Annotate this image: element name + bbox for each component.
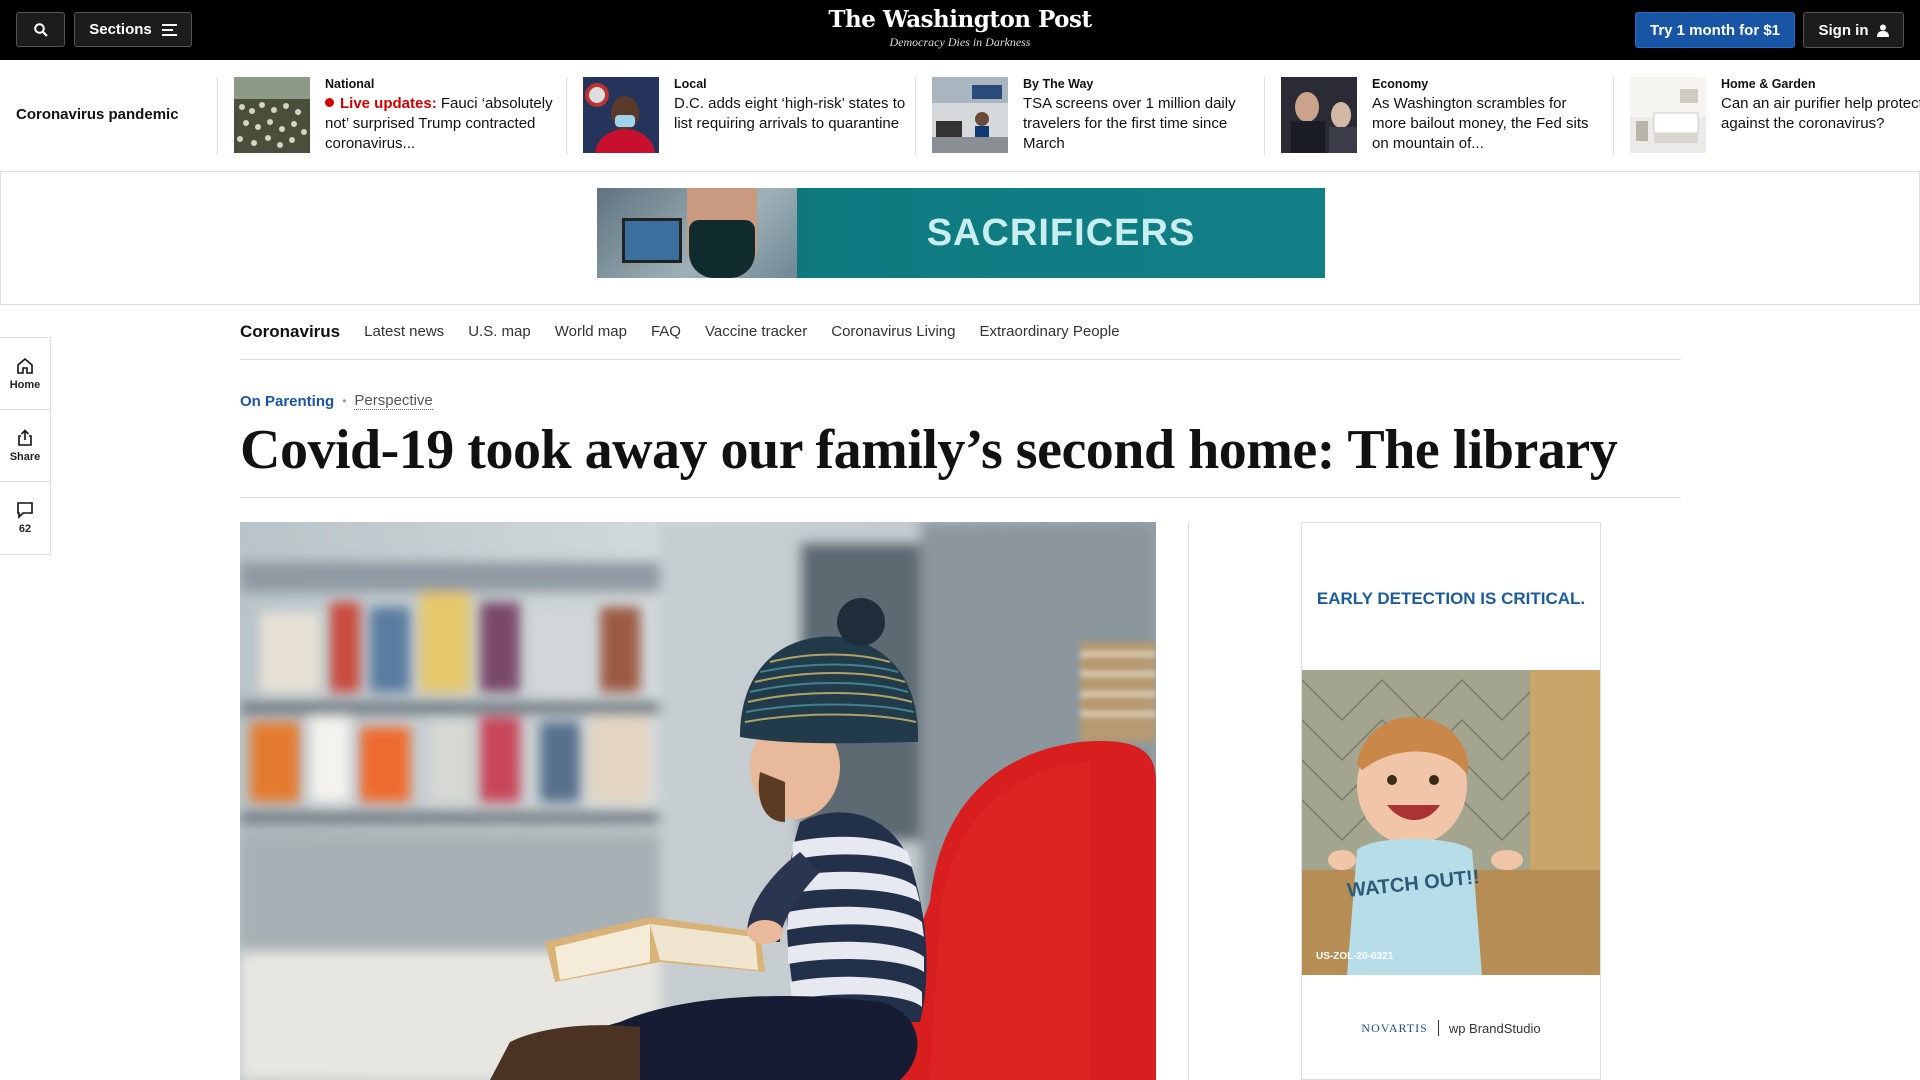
strip-headline[interactable]: D.C. adds eight ‘high-risk’ states to li… — [674, 94, 906, 134]
subscribe-button[interactable]: Try 1 month for $1 — [1635, 12, 1795, 48]
sponsor-logo: NOVARTIS — [1361, 1020, 1428, 1035]
strip-kicker[interactable]: Home & Garden — [1721, 77, 1815, 91]
comments-count: 62 — [18, 523, 32, 535]
thumbnail-image[interactable] — [1630, 77, 1706, 153]
home-icon — [17, 357, 33, 374]
sign-in-button[interactable]: Sign in — [1803, 12, 1904, 48]
sections-button[interactable]: Sections — [74, 12, 192, 47]
ad-container: SACRIFICERS — [0, 172, 1920, 305]
section-nav-link[interactable]: Coronavirus Living — [831, 323, 955, 340]
section-nav-link[interactable]: Latest news — [364, 323, 444, 340]
section-nav-link[interactable]: U.S. map — [468, 323, 531, 340]
share-label: Share — [9, 450, 41, 463]
strip-kicker[interactable]: National — [325, 77, 374, 91]
section-nav-link[interactable]: Extraordinary People — [979, 323, 1119, 340]
strip-item[interactable]: Home & Garden Can an air purifier help p… — [1613, 77, 1920, 155]
ad-headline: EARLY DETECTION IS CRITICAL. — [1316, 589, 1586, 608]
article-type-label[interactable]: Perspective — [354, 392, 433, 410]
lead-image[interactable] — [240, 522, 1156, 1080]
search-button[interactable] — [16, 12, 65, 47]
section-nav-link[interactable]: World map — [555, 323, 627, 340]
article-section-link[interactable]: On Parenting — [240, 393, 334, 410]
trending-strip: Coronavirus pandemic National Live updat… — [0, 60, 1920, 172]
section-nav-link[interactable]: Vaccine tracker — [705, 323, 807, 340]
user-icon — [1876, 24, 1889, 37]
live-dot-icon — [325, 98, 334, 107]
ad-photo: WATCH OUT!! — [1302, 670, 1600, 975]
masthead[interactable]: The Washington Post Democracy Dies in Da… — [760, 6, 1160, 50]
thumbnail-image[interactable] — [583, 77, 659, 153]
banner-ad[interactable]: SACRIFICERS — [597, 188, 1325, 278]
brandstudio-logo: wp BrandStudio — [1448, 1020, 1541, 1036]
tagline: Democracy Dies in Darkness — [889, 35, 1031, 49]
strip-label[interactable]: Coronavirus pandemic — [16, 106, 179, 123]
strip-item[interactable]: Local D.C. adds eight ‘high-risk’ states… — [566, 77, 911, 155]
strip-item[interactable]: Economy As Washington scrambles for more… — [1264, 77, 1609, 155]
live-label: Live updates: — [340, 95, 437, 112]
article-headline: Covid-19 took away our family’s second h… — [240, 419, 1618, 481]
strip-headline[interactable]: Can an air purifier help protect you aga… — [1721, 94, 1920, 134]
divider — [240, 497, 1681, 498]
share-button[interactable]: Share — [0, 410, 50, 482]
ad-text: SACRIFICERS — [926, 211, 1196, 254]
section-nav-link[interactable]: FAQ — [651, 323, 681, 340]
section-nav-title[interactable]: Coronavirus — [240, 322, 340, 342]
strip-headline[interactable]: TSA screens over 1 million daily travele… — [1023, 94, 1255, 154]
home-button[interactable]: Home — [0, 338, 50, 410]
strip-kicker[interactable]: Local — [674, 77, 707, 91]
comments-button[interactable]: 62 — [0, 482, 50, 554]
ad-photo-illustration: WATCH OUT!! — [1302, 670, 1600, 975]
strip-headline[interactable]: As Washington scrambles for more bailout… — [1372, 94, 1604, 154]
left-rail: Home Share 62 — [0, 337, 51, 555]
strip-headline[interactable]: Live updates: Fauci ‘absolutely not’ sur… — [325, 94, 557, 154]
menu-icon — [161, 23, 177, 36]
home-label: Home — [9, 378, 41, 391]
comment-icon — [17, 502, 33, 519]
share-icon — [18, 428, 32, 446]
top-bar: Sections The Washington Post Democracy D… — [0, 0, 1920, 60]
sections-label: Sections — [89, 21, 152, 38]
strip-kicker[interactable]: By The Way — [1023, 77, 1093, 91]
ad-code: US-ZOL-20-0321 — [1316, 951, 1394, 962]
logo[interactable]: The Washington Post — [760, 6, 1160, 33]
kicker-separator: • — [342, 394, 347, 408]
strip-kicker[interactable]: Economy — [1372, 77, 1428, 91]
sign-in-label: Sign in — [1818, 21, 1869, 39]
ad-photo — [597, 188, 797, 278]
thumbnail-image[interactable] — [932, 77, 1008, 153]
strip-item[interactable]: By The Way TSA screens over 1 million da… — [915, 77, 1260, 155]
strip-item[interactable]: National Live updates: Fauci ‘absolutely… — [217, 77, 562, 155]
section-nav: Coronavirus Latest news U.S. map World m… — [240, 304, 1681, 360]
thumbnail-image[interactable] — [234, 77, 310, 153]
footer-divider — [1437, 1020, 1439, 1036]
sidebar-ad[interactable]: EARLY DETECTION IS CRITICAL. WATCH OUT!! — [1301, 522, 1601, 1080]
search-icon — [33, 22, 48, 37]
lead-image-illustration — [240, 522, 1156, 1080]
article-kicker: On Parenting • Perspective — [240, 392, 433, 410]
ad-mask-graphic — [689, 220, 755, 278]
column-divider — [1188, 522, 1189, 1080]
ad-screen-graphic — [622, 218, 682, 263]
thumbnail-image[interactable] — [1281, 77, 1357, 153]
ad-footer: NOVARTIS wp BrandStudio — [1302, 1020, 1600, 1036]
